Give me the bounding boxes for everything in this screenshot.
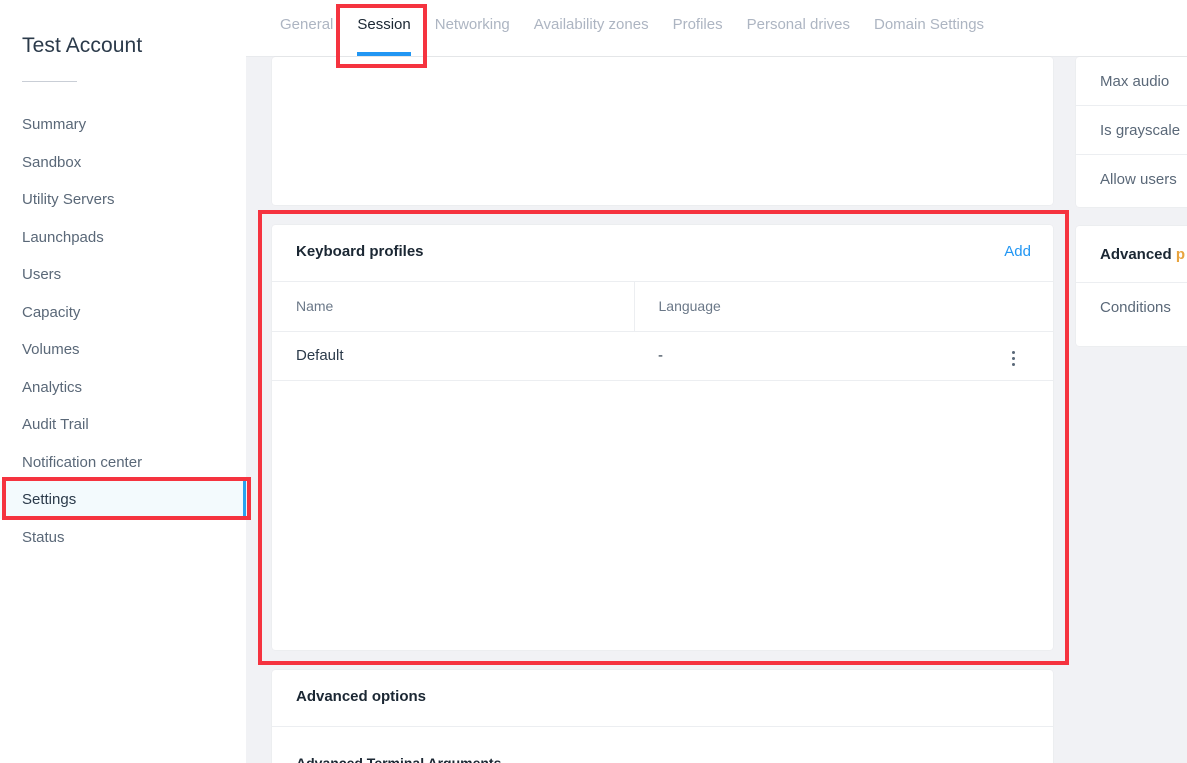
- advanced-policies-card: Advanced p Conditions: [1076, 226, 1187, 346]
- tab-bar: General Session Networking Availability …: [246, 0, 1187, 57]
- left-gutter: [246, 57, 272, 763]
- tab-availability-zones[interactable]: Availability zones: [522, 0, 661, 57]
- tab-personal-drives[interactable]: Personal drives: [735, 0, 862, 57]
- tab-profiles[interactable]: Profiles: [661, 0, 735, 57]
- advanced-options-card: Advanced options Advanced Terminal Argum…: [272, 670, 1053, 763]
- tab-session[interactable]: Session: [345, 0, 422, 57]
- sidebar-item-volumes[interactable]: Volumes: [0, 331, 246, 369]
- kebab-menu-icon[interactable]: [1004, 347, 1023, 370]
- tab-list: General Session Networking Availability …: [268, 0, 996, 57]
- sidebar-item-notification-center[interactable]: Notification center: [0, 444, 246, 482]
- keyboard-profiles-table: Name Language Default -: [272, 282, 1053, 381]
- keyboard-profiles-title: Keyboard profiles: [296, 243, 424, 260]
- advanced-options-header: Advanced options: [272, 670, 1053, 727]
- keyboard-profiles-header: Keyboard profiles Add: [272, 225, 1053, 282]
- advanced-policies-title-accent: p: [1175, 246, 1186, 263]
- cell-profile-language: -: [634, 331, 974, 381]
- sidebar-item-settings[interactable]: Settings: [0, 481, 246, 519]
- sidebar: Test Account Summary Sandbox Utility Ser…: [0, 0, 246, 763]
- app-root: Test Account Summary Sandbox Utility Ser…: [0, 0, 1187, 763]
- sidebar-item-launchpads[interactable]: Launchpads: [0, 219, 246, 257]
- session-settings-right-card: Max audio Is grayscale Allow users: [1076, 57, 1187, 207]
- keyboard-profiles-table-body: Default -: [272, 331, 1053, 381]
- add-keyboard-profile-button[interactable]: Add: [1004, 243, 1031, 260]
- right-row-conditions: Conditions: [1100, 299, 1171, 316]
- keyboard-profiles-table-head: Name Language: [272, 282, 1053, 332]
- column-header-language[interactable]: Language: [634, 282, 974, 332]
- sidebar-item-audit-trail[interactable]: Audit Trail: [0, 406, 246, 444]
- sidebar-item-status[interactable]: Status: [0, 519, 246, 557]
- cell-row-actions[interactable]: [974, 331, 1053, 381]
- table-row[interactable]: Default -: [272, 331, 1053, 381]
- column-header-name[interactable]: Name: [272, 282, 635, 332]
- cell-profile-name: Default: [272, 331, 634, 381]
- column-header-actions: [974, 282, 1053, 332]
- advanced-terminal-arguments-label: Advanced Terminal Arguments: [296, 755, 502, 763]
- right-row-is-grayscale: Is grayscale: [1076, 106, 1187, 155]
- advanced-options-title: Advanced options: [296, 688, 427, 705]
- page-title: Test Account: [22, 34, 143, 57]
- sidebar-item-summary[interactable]: Summary: [0, 106, 246, 144]
- table-header-row: Name Language: [272, 282, 1053, 332]
- main-content-column: Keyboard profiles Add Name Language Defa…: [272, 57, 1053, 763]
- right-panel: Max audio Is grayscale Allow users Advan…: [1076, 57, 1187, 763]
- sidebar-nav-list: Summary Sandbox Utility Servers Launchpa…: [0, 106, 246, 556]
- keyboard-profiles-card: Keyboard profiles Add Name Language Defa…: [272, 225, 1053, 650]
- tab-networking[interactable]: Networking: [423, 0, 522, 57]
- right-gutter: [1053, 57, 1076, 763]
- advanced-policies-title-text: Advanced: [1100, 246, 1172, 263]
- sidebar-item-users[interactable]: Users: [0, 256, 246, 294]
- tab-general[interactable]: General: [268, 0, 345, 57]
- sidebar-item-utility-servers[interactable]: Utility Servers: [0, 181, 246, 219]
- right-row-max-audio: Max audio: [1076, 57, 1187, 106]
- card-session-settings-upper: [272, 57, 1053, 205]
- right-row-allow-users: Allow users: [1100, 171, 1177, 188]
- sidebar-item-capacity[interactable]: Capacity: [0, 294, 246, 332]
- sidebar-divider: [22, 81, 77, 82]
- advanced-policies-title: Advanced p: [1076, 226, 1187, 283]
- sidebar-item-analytics[interactable]: Analytics: [0, 369, 246, 407]
- sidebar-item-sandbox[interactable]: Sandbox: [0, 144, 246, 182]
- tab-domain-settings[interactable]: Domain Settings: [862, 0, 996, 57]
